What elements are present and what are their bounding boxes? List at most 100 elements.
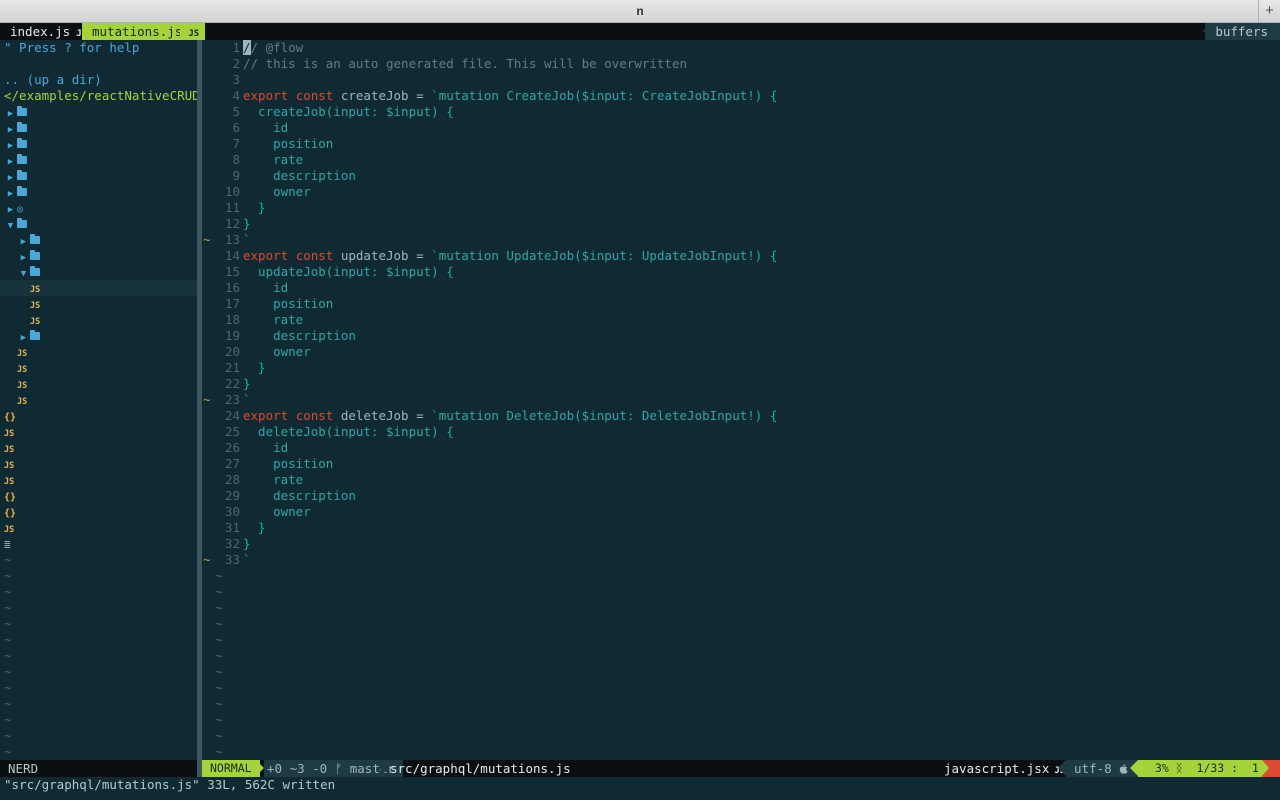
code-token: export <box>243 408 289 423</box>
code-token: / @flow <box>250 40 304 55</box>
code-token: deleteJob = <box>333 408 432 423</box>
code-line[interactable]: 32} <box>202 536 1280 552</box>
empty-line-tilde: ~ <box>4 712 12 727</box>
code-line[interactable]: 27 position <box>202 456 1280 472</box>
code-token: position <box>243 296 334 311</box>
code-line[interactable]: 4 export const createJob = `mutation Crea… <box>202 88 1280 104</box>
code-line[interactable]: 19 description <box>202 328 1280 344</box>
code-line[interactable]: 17 position <box>202 296 1280 312</box>
line-number: 2 <box>232 56 240 71</box>
folder-icon <box>17 186 27 196</box>
tree-item[interactable]: JS <box>0 360 197 376</box>
code-token: `mutation CreateJob($input: CreateJobInp… <box>431 88 778 103</box>
code-line[interactable]: 18 rate <box>202 312 1280 328</box>
code-line[interactable]: 5 createJob(input: $input) { <box>202 104 1280 120</box>
encoding-label: utf-8 <box>1074 761 1120 776</box>
buffers-label[interactable]: buffers <box>1205 23 1280 40</box>
encoding-indicator: utf-8 <box>1066 760 1138 777</box>
code-line[interactable]: 14 export const updateJob = `mutation Upd… <box>202 248 1280 264</box>
position-separator-arrow <box>1130 760 1138 776</box>
tree-item[interactable]: JS <box>0 376 197 392</box>
code-token: rate <box>243 312 304 327</box>
code-line[interactable]: 24 export const deleteJob = `mutation Del… <box>202 408 1280 424</box>
code-line[interactable]: 26 id <box>202 440 1280 456</box>
tree-item[interactable]: ▶ <box>0 136 197 152</box>
tree-item[interactable]: ▶ <box>0 120 197 136</box>
code-line[interactable]: 15 updateJob(input: $input) { <box>202 264 1280 280</box>
code-line[interactable]: 6 id <box>202 120 1280 136</box>
tree-item[interactable]: JS <box>0 280 197 296</box>
code-line[interactable]: ~23 ` <box>202 392 1280 408</box>
code-token: } <box>243 520 266 535</box>
tree-item[interactable]: ▼ <box>0 216 197 232</box>
tree-item[interactable]: JS <box>0 456 197 472</box>
up-a-dir-link[interactable]: .. (up a dir) <box>0 72 197 88</box>
empty-line-tilde: ~ <box>4 680 12 695</box>
tree-item[interactable]: ▶ <box>0 328 197 344</box>
line-number: 27 <box>224 456 240 471</box>
code-line[interactable]: 7 position <box>202 136 1280 152</box>
code-line[interactable]: 3 <box>202 72 1280 88</box>
tree-item[interactable]: JS <box>0 520 197 536</box>
tree-item[interactable]: ▶ <box>0 152 197 168</box>
code-line[interactable]: 2// this is an auto generated file. This… <box>202 56 1280 72</box>
tree-item[interactable]: {} <box>0 504 197 520</box>
code-line[interactable]: 28 rate <box>202 472 1280 488</box>
code-token: updateJob = <box>333 248 432 263</box>
code-line[interactable]: 21 } <box>202 360 1280 376</box>
code-line[interactable]: 10 owner <box>202 184 1280 200</box>
line-number: 24 <box>224 408 240 423</box>
tree-item[interactable]: ▶ <box>0 232 197 248</box>
empty-line-tilde: ~ <box>4 568 12 583</box>
tree-item[interactable]: JS <box>0 312 197 328</box>
command-line[interactable]: "src/graphql/mutations.js" 33L, 562C wri… <box>0 777 1280 800</box>
code-line[interactable]: 29 description <box>202 488 1280 504</box>
tree-item[interactable]: ▶ <box>0 184 197 200</box>
code-line[interactable]: 9 description <box>202 168 1280 184</box>
git-gutter-sign: ~ <box>203 232 211 247</box>
tree-item[interactable]: ▶ <box>0 104 197 120</box>
empty-line-tilde: ~ <box>215 632 223 647</box>
code-token: `mutation UpdateJob($input: UpdateJobInp… <box>431 248 778 263</box>
code-line[interactable]: 25 deleteJob(input: $input) { <box>202 424 1280 440</box>
code-line[interactable]: 31 } <box>202 520 1280 536</box>
line-number: 17 <box>224 296 240 311</box>
tree-item[interactable]: {} <box>0 408 197 424</box>
code-token: rate <box>243 472 304 487</box>
tree-item[interactable]: ▶ <box>0 168 197 184</box>
tree-item[interactable]: JS <box>0 344 197 360</box>
tree-root-path[interactable]: </examples/reactNativeCRUD/ <box>0 88 197 104</box>
empty-line-tilde: ~ <box>215 696 223 711</box>
tab-index-js[interactable]: index.jsJS <box>0 23 94 40</box>
code-line[interactable]: 22} <box>202 376 1280 392</box>
tree-item[interactable]: JS <box>0 392 197 408</box>
code-line[interactable]: 8 rate <box>202 152 1280 168</box>
code-line[interactable]: 20 owner <box>202 344 1280 360</box>
tree-item[interactable]: ▶ <box>0 248 197 264</box>
tree-item[interactable]: JS <box>0 472 197 488</box>
code-line[interactable]: 30 owner <box>202 504 1280 520</box>
tree-item[interactable]: ▼ <box>0 264 197 280</box>
code-line[interactable]: ~13 ` <box>202 232 1280 248</box>
tree-item[interactable]: {} <box>0 488 197 504</box>
code-line[interactable]: 12} <box>202 216 1280 232</box>
code-token: rate <box>243 152 304 167</box>
tree-item[interactable]: ▶ ◎ <box>0 200 197 216</box>
code-editor[interactable]: 1// @flow 2// this is an auto generated f… <box>202 40 1280 760</box>
tree-item[interactable]: JS <box>0 424 197 440</box>
code-line[interactable]: 11 } <box>202 200 1280 216</box>
empty-line-tilde: ~ <box>215 600 223 615</box>
tree-item[interactable]: ≣ <box>0 536 197 552</box>
tree-item[interactable]: JS <box>0 296 197 312</box>
tree-item[interactable]: JS <box>0 440 197 456</box>
code-line[interactable]: 1// @flow <box>202 40 1280 56</box>
empty-line-tilde: ~ <box>215 728 223 743</box>
cursor-position: 3% ᛝ 1/33 : 1 <box>1138 760 1262 777</box>
window-title: n <box>636 4 644 18</box>
new-tab-button[interactable]: + <box>1258 0 1280 23</box>
code-line[interactable]: 16 id <box>202 280 1280 296</box>
code-line[interactable]: ~33 ` <box>202 552 1280 568</box>
folder-icon <box>30 234 40 244</box>
code-token: export <box>243 88 289 103</box>
